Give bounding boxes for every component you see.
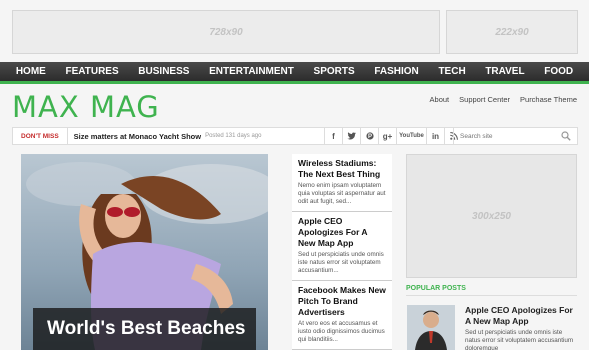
popular-post-excerpt: Sed ut perspiciatis unde omnis iste natu…: [465, 329, 574, 350]
sidebar-ad[interactable]: 300x250: [406, 154, 577, 278]
story-title[interactable]: Apple CEO Apologizes For A New Map App: [298, 216, 386, 249]
nav-tech[interactable]: TECH: [438, 66, 465, 77]
story-list: Wireless Stadiums: The Next Best Thing N…: [292, 154, 392, 350]
support-center-link[interactable]: Support Center: [459, 95, 510, 104]
nav-entertainment[interactable]: ENTERTAINMENT: [209, 66, 294, 77]
list-item[interactable]: Facebook Makes New Pitch To Brand Advert…: [292, 281, 392, 350]
story-title[interactable]: Facebook Makes New Pitch To Brand Advert…: [298, 285, 386, 318]
youtube-icon[interactable]: YouTube: [396, 128, 426, 144]
linkedin-icon[interactable]: in: [426, 128, 444, 144]
svg-text:P: P: [367, 134, 371, 140]
featured-caption[interactable]: World's Best Beaches: [33, 308, 256, 350]
search-icon[interactable]: [561, 131, 571, 141]
nav-sports[interactable]: SPORTS: [314, 66, 355, 77]
top-links: About Support Center Purchase Theme: [430, 95, 577, 104]
ticker-headline[interactable]: Size matters at Monaco Yacht Show: [74, 132, 201, 141]
purchase-theme-link[interactable]: Purchase Theme: [520, 95, 577, 104]
list-item[interactable]: Wireless Stadiums: The Next Best Thing N…: [292, 154, 392, 212]
popular-post-thumbnail[interactable]: [407, 305, 455, 350]
about-link[interactable]: About: [430, 95, 450, 104]
popular-post-title[interactable]: Apple CEO Apologizes For A New Map App: [465, 305, 577, 327]
featured-story[interactable]: World's Best Beaches: [21, 154, 268, 350]
nav-travel[interactable]: TRAVEL: [485, 66, 524, 77]
nav-food[interactable]: FOOD: [544, 66, 573, 77]
dont-miss-label: DON'T MISS: [13, 128, 68, 144]
story-excerpt: At vero eos et accusamus et iusto odio d…: [298, 320, 385, 343]
ticker-bar: DON'T MISS Size matters at Monaco Yacht …: [12, 127, 578, 145]
twitter-icon[interactable]: [342, 128, 360, 144]
story-excerpt: Sed ut perspiciatis unde omnis iste natu…: [298, 251, 384, 274]
story-excerpt: Nemo enim ipsam voluptatem quia voluptas…: [298, 182, 386, 205]
list-item[interactable]: Apple CEO Apologizes For A New Map App S…: [292, 212, 392, 281]
popular-posts-heading: POPULAR POSTS: [406, 285, 577, 296]
social-icons: f P g+ YouTube in: [324, 128, 462, 144]
google-plus-icon[interactable]: g+: [378, 128, 396, 144]
pinterest-icon[interactable]: P: [360, 128, 378, 144]
nav-home[interactable]: HOME: [16, 66, 46, 77]
small-ad[interactable]: 222x90: [446, 10, 578, 54]
nav-business[interactable]: BUSINESS: [138, 66, 189, 77]
story-title[interactable]: Wireless Stadiums: The Next Best Thing: [298, 158, 386, 180]
leaderboard-ad[interactable]: 728x90: [12, 10, 440, 54]
popular-post-item[interactable]: Apple CEO Apologizes For A New Map App S…: [406, 303, 577, 350]
search-input[interactable]: [454, 132, 554, 140]
search-box: [453, 128, 577, 144]
site-logo[interactable]: MAX MAG: [12, 90, 160, 124]
ticker-time: Posted 131 days ago: [205, 133, 262, 139]
nav-fashion[interactable]: FASHION: [374, 66, 418, 77]
main-nav: HOME FEATURES BUSINESS ENTERTAINMENT SPO…: [0, 62, 589, 84]
facebook-icon[interactable]: f: [324, 128, 342, 144]
nav-features[interactable]: FEATURES: [65, 66, 118, 77]
